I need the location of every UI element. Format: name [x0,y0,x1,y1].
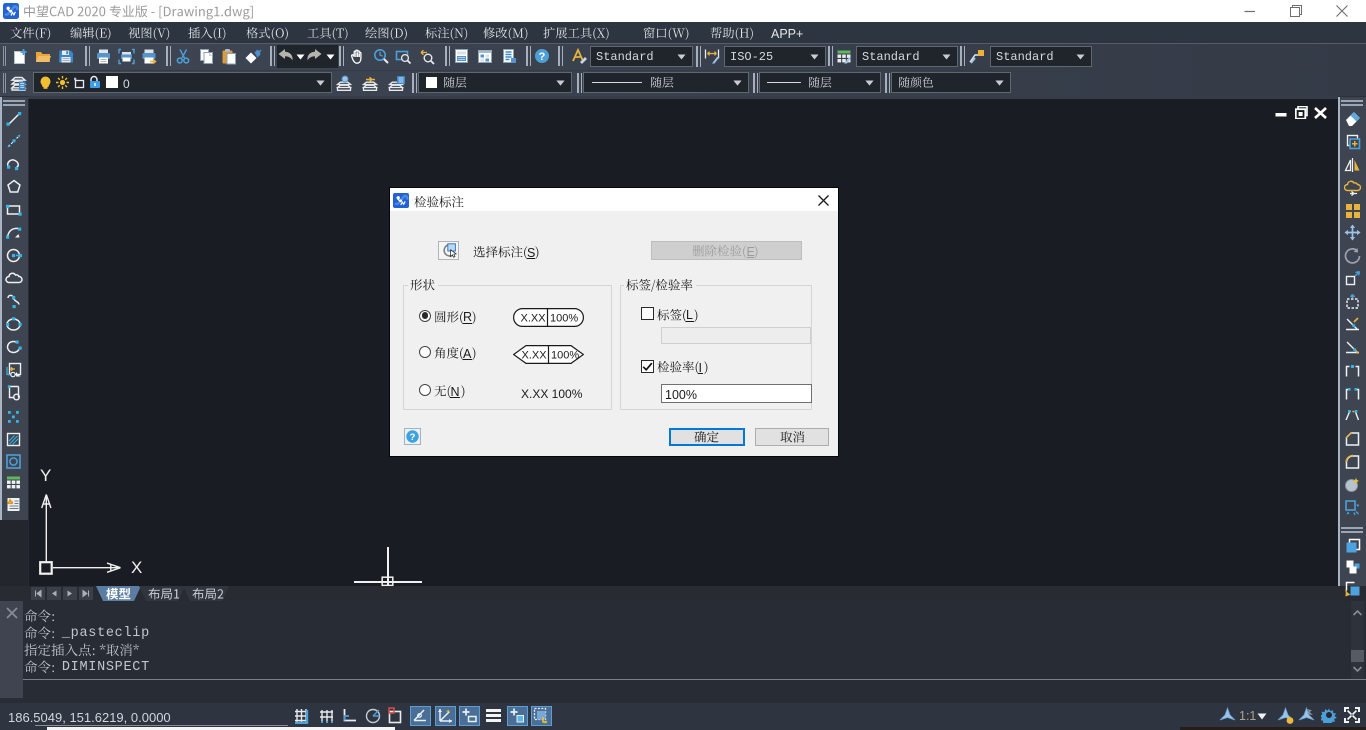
svg-text:100%: 100% [551,349,579,361]
svg-text:?: ? [539,51,546,63]
svg-text:?: ? [410,432,416,443]
svg-text:100%: 100% [550,312,578,324]
svg-text:X.XX: X.XX [521,312,547,324]
svg-text:X.XX: X.XX [522,349,548,361]
